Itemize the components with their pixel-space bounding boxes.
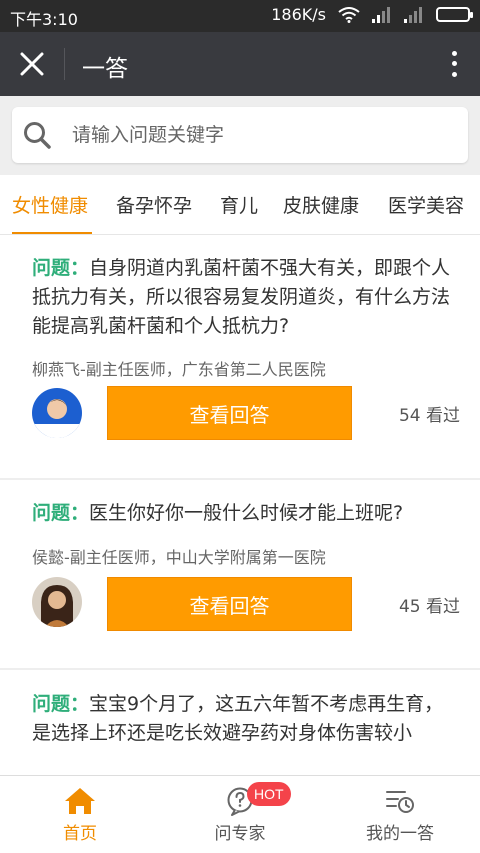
- nav-divider: [64, 48, 65, 80]
- hot-badge: HOT: [247, 782, 291, 806]
- search-icon: [24, 122, 51, 149]
- tab-medical-beauty[interactable]: 医学美容: [388, 191, 464, 218]
- battery-icon: [436, 7, 473, 22]
- nav-bar: 一答: [0, 32, 480, 96]
- doctor-avatar-icon: [32, 577, 82, 627]
- question-label: 问题：: [32, 502, 90, 524]
- nav-ask-expert-label: 问专家: [214, 824, 266, 844]
- nav-home-label: 首页: [63, 824, 97, 844]
- avatar: [32, 577, 82, 627]
- question-text[interactable]: 问题：医生你好你一般什么时候才能上班呢?: [32, 499, 454, 528]
- view-answer-button[interactable]: 查看回答: [107, 577, 352, 631]
- status-bar: 下午3:10 186K/s: [0, 0, 480, 32]
- signal-icon-2: [404, 6, 422, 23]
- close-icon: [20, 52, 44, 76]
- doctor-info: 侯懿-副主任医师，中山大学附属第一医院: [32, 548, 326, 567]
- close-button[interactable]: [14, 46, 50, 82]
- question-card: 问题：宝宝9个月了，这五六年暂不考虑再生育，是选择上环还是吃长效避孕药对身体伤害…: [0, 670, 480, 775]
- page-title: 一答: [82, 56, 128, 82]
- status-time: 下午3:10: [10, 10, 78, 29]
- tab-parenting[interactable]: 育儿: [220, 191, 258, 218]
- home-icon: [65, 788, 95, 814]
- search-input[interactable]: [72, 107, 452, 163]
- history-list-icon: [386, 791, 414, 813]
- tab-skin-health[interactable]: 皮肤健康: [283, 191, 359, 218]
- question-body: 自身阴道内乳菌杆菌不强大有关，即跟个人抵抗力有关，所以很容易复发阴道炎，有什么方…: [32, 257, 451, 337]
- network-speed: 186K/s: [271, 5, 326, 24]
- status-indicators: 186K/s: [271, 5, 473, 24]
- search-box[interactable]: [12, 107, 468, 163]
- category-tabs: 女性健康 备孕怀孕 育儿 皮肤健康 医学美容: [0, 175, 480, 235]
- bottom-nav: 首页 HOT 问专家 我的一答: [0, 775, 480, 853]
- question-label: 问题：: [32, 257, 90, 279]
- nav-my-answers[interactable]: 我的一答: [320, 776, 480, 853]
- avatar: [32, 388, 82, 438]
- more-vertical-icon: [451, 50, 457, 56]
- wifi-icon: [338, 6, 360, 23]
- view-count: 45 看过: [398, 597, 460, 617]
- tab-womens-health[interactable]: 女性健康: [12, 191, 88, 218]
- nav-my-answers-label: 我的一答: [366, 824, 434, 844]
- question-text[interactable]: 问题：自身阴道内乳菌杆菌不强大有关，即跟个人抵抗力有关，所以很容易复发阴道炎，有…: [32, 254, 454, 341]
- view-count: 54 看过: [398, 406, 460, 426]
- question-text[interactable]: 问题：宝宝9个月了，这五六年暂不考虑再生育，是选择上环还是吃长效避孕药对身体伤害…: [32, 690, 454, 748]
- question-card: 问题：医生你好你一般什么时候才能上班呢? 侯懿-副主任医师，中山大学附属第一医院…: [0, 480, 480, 668]
- nav-home[interactable]: 首页: [0, 776, 160, 853]
- question-feed[interactable]: 问题：自身阴道内乳菌杆菌不强大有关，即跟个人抵抗力有关，所以很容易复发阴道炎，有…: [0, 235, 480, 775]
- question-label: 问题：: [32, 693, 90, 715]
- more-button[interactable]: [444, 48, 464, 80]
- search-area: [0, 96, 480, 175]
- question-card: 问题：自身阴道内乳菌杆菌不强大有关，即跟个人抵抗力有关，所以很容易复发阴道炎，有…: [0, 235, 480, 478]
- tab-pregnancy-prep[interactable]: 备孕怀孕: [116, 191, 192, 218]
- signal-icon: [372, 6, 390, 23]
- question-body: 医生你好你一般什么时候才能上班呢?: [89, 502, 404, 524]
- view-answer-button[interactable]: 查看回答: [107, 386, 352, 440]
- nav-ask-expert[interactable]: HOT 问专家: [160, 776, 320, 853]
- doctor-info: 柳燕飞-副主任医师，广东省第二人民医院: [32, 360, 326, 379]
- doctor-avatar-icon: [32, 388, 82, 438]
- question-body: 宝宝9个月了，这五六年暂不考虑再生育，是选择上环还是吃长效避孕药对身体伤害较小: [32, 693, 444, 744]
